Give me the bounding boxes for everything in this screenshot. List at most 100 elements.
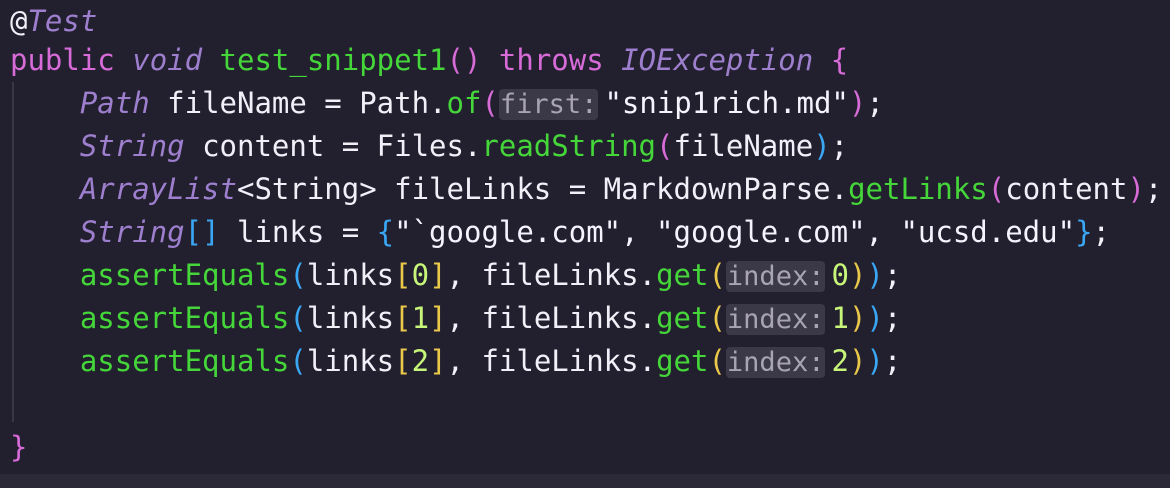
code-line[interactable]: String content = Files.readString(fileNa… (10, 125, 848, 168)
code-token: } (1075, 215, 1093, 249)
code-token: ) (848, 258, 867, 292)
code-token: content (1005, 172, 1128, 206)
code-token: ; (1092, 215, 1110, 249)
code-token: ; (883, 301, 902, 335)
code-token: ( (289, 301, 307, 335)
code-token: IOException (621, 43, 814, 77)
code-token: , fileLinks. (446, 258, 657, 292)
code-token: fileName (673, 129, 814, 163)
code-token: 1 (411, 301, 430, 335)
code-token: ( (987, 172, 1006, 206)
code-token: ) (866, 344, 884, 378)
code-token: ; (883, 258, 902, 292)
code-token: throws (498, 43, 604, 77)
code-line[interactable]: assertEquals(links[1], fileLinks.get(ind… (10, 297, 901, 340)
code-line[interactable]: Path fileName = Path.of(first: "snip1rich… (10, 82, 884, 125)
code-token: ) (848, 344, 867, 378)
code-line[interactable]: } (10, 426, 27, 469)
code-token: get (656, 301, 709, 335)
code-token: ) (813, 129, 831, 163)
code-token: ( (289, 344, 307, 378)
parameter-hint: first: (498, 89, 599, 120)
code-token: Test (27, 4, 98, 38)
code-editor[interactable]: @Test public void test_snippet1() throws … (0, 0, 1170, 488)
parameter-hint: index: (725, 261, 826, 292)
code-token: ) (848, 86, 867, 120)
code-token: 0 (831, 258, 849, 292)
code-token: content = Files. (184, 129, 482, 163)
code-token: links (306, 301, 395, 335)
code-token: links (306, 344, 395, 378)
code-token: ( (708, 301, 726, 335)
code-token: [] (184, 215, 220, 249)
code-token: ) (848, 301, 867, 335)
code-token: links (306, 258, 395, 292)
code-token: Path (79, 86, 150, 120)
code-token: ) (1127, 172, 1145, 206)
code-line[interactable]: ArrayList<String> fileLinks = MarkdownPa… (10, 168, 1163, 211)
code-line[interactable]: @Test (10, 0, 97, 43)
editor-bottom-strip (0, 474, 1170, 488)
code-token: ( (656, 129, 674, 163)
code-token: ] (429, 301, 447, 335)
code-line[interactable]: public void test_snippet1() throws IOExc… (10, 39, 848, 82)
code-token: getLinks (848, 172, 988, 206)
code-line[interactable]: assertEquals(links[0], fileLinks.get(ind… (10, 254, 901, 297)
code-token: ) (866, 301, 884, 335)
code-token: 1 (831, 301, 849, 335)
code-token: [ (394, 301, 412, 335)
code-token: String (79, 129, 185, 163)
code-token: get (656, 344, 709, 378)
code-token: ( (481, 86, 499, 120)
code-token: ( (289, 258, 307, 292)
code-token: ; (830, 129, 849, 163)
code-token: get (656, 258, 709, 292)
code-token: readString (481, 129, 657, 163)
code-token: links = (219, 215, 377, 249)
code-token: ; (866, 86, 884, 120)
code-token: 2 (411, 344, 430, 378)
code-line[interactable]: String[] links = {"`google.com", "google… (10, 211, 1110, 254)
code-token: ( (708, 258, 726, 292)
code-token: { (376, 215, 395, 249)
code-token: assertEquals (79, 344, 290, 378)
code-token: ; (1144, 172, 1163, 206)
code-line[interactable]: assertEquals(links[2], fileLinks.get(ind… (10, 340, 901, 383)
code-token: ) (866, 258, 884, 292)
code-token: 2 (831, 344, 849, 378)
code-token: [ (394, 258, 412, 292)
code-token: of (446, 86, 482, 120)
code-token: assertEquals (79, 258, 290, 292)
code-token: @ (10, 4, 28, 38)
code-token: , fileLinks. (446, 344, 657, 378)
code-token: public (10, 43, 115, 77)
code-token: () (446, 43, 482, 77)
code-token: fileName = Path. (149, 86, 447, 120)
code-token: String (79, 215, 185, 249)
code-token: ] (429, 258, 447, 292)
code-token: 0 (411, 258, 430, 292)
code-token: void (132, 43, 203, 77)
code-token: assertEquals (79, 301, 290, 335)
code-token: ( (708, 344, 726, 378)
code-token: ] (429, 344, 447, 378)
code-token: { (830, 43, 849, 77)
code-token: ArrayList (79, 172, 237, 206)
code-token: <String> fileLinks = MarkdownParse. (236, 172, 849, 206)
code-token: , fileLinks. (446, 301, 657, 335)
code-token: [ (394, 344, 412, 378)
parameter-hint: index: (725, 304, 826, 335)
code-token: "snip1rich.md" (604, 86, 849, 120)
code-token: ; (883, 344, 902, 378)
